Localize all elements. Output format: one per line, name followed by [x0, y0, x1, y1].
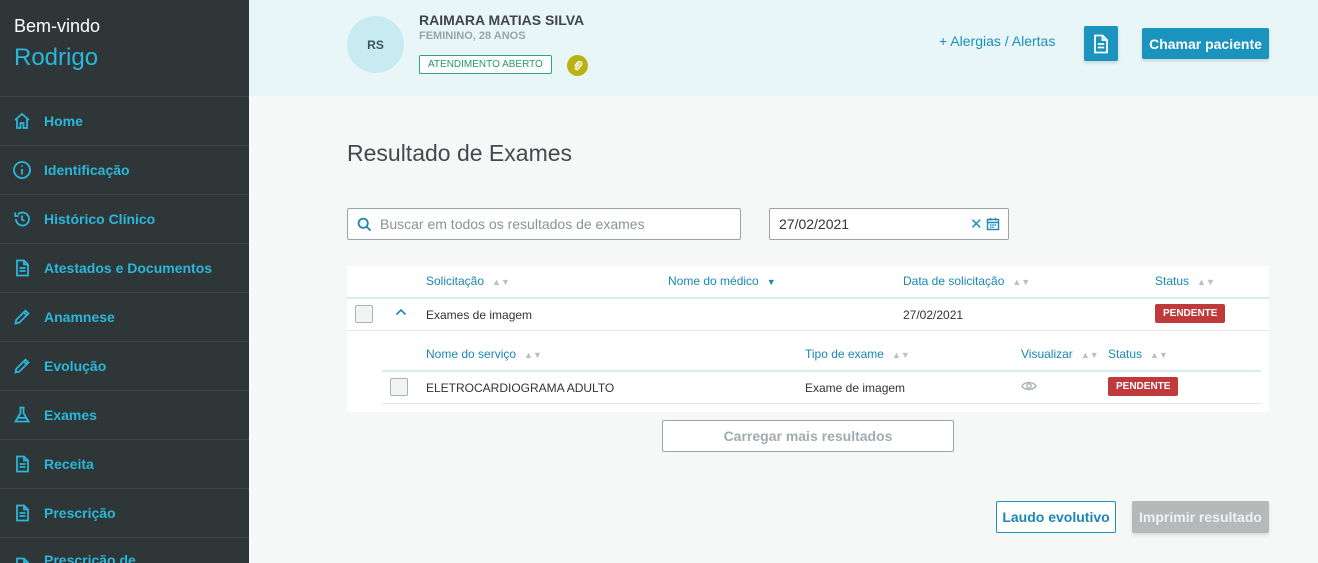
sort-icon: ▲▼	[1197, 277, 1215, 287]
sidebar-item-label: Receita	[44, 456, 94, 472]
sidebar-item-exames[interactable]: Exames	[0, 391, 249, 440]
search-input[interactable]	[380, 216, 720, 232]
row-checkbox[interactable]	[390, 378, 408, 396]
sidebar-item-label: Exames	[44, 407, 97, 423]
sidebar-item-label: Prescrição de	[44, 552, 136, 563]
laudo-evolutivo-button[interactable]: Laudo evolutivo	[996, 501, 1116, 533]
column-header-solicitacao[interactable]: Solicitação ▲▼	[426, 274, 510, 288]
sort-icon: ▲▼	[1080, 350, 1099, 360]
column-header-sub-status[interactable]: Status ▲▼	[1108, 347, 1168, 361]
sidebar-item-home[interactable]: Home	[0, 97, 249, 146]
row-divider	[382, 403, 1261, 404]
sidebar-item-anamnese[interactable]: Anamnese	[0, 293, 249, 342]
row-divider	[347, 330, 1269, 331]
calendar-icon[interactable]	[986, 217, 1000, 231]
sidebar-item-evolucao[interactable]: Evolução	[0, 342, 249, 391]
sidebar-item-historico[interactable]: Histórico Clínico	[0, 195, 249, 244]
document-icon	[16, 504, 29, 522]
document-icon	[1094, 34, 1108, 53]
attachment-button[interactable]	[567, 55, 588, 76]
status-badge: ATENDIMENTO ABERTO	[419, 55, 552, 74]
load-more-button[interactable]: Carregar mais resultados	[662, 420, 954, 452]
paperclip-icon	[573, 60, 582, 70]
sidebar-item-label: Home	[44, 113, 83, 129]
cell-solicitacao: Exames de imagem	[426, 308, 533, 322]
sort-icon: ▲▼	[1150, 350, 1168, 360]
sort-icon: ▲▼	[524, 350, 542, 360]
sidebar-item-prescricao-de[interactable]: Prescrição de	[0, 538, 249, 563]
search-icon	[357, 217, 372, 231]
sidebar-item-label: Evolução	[44, 358, 107, 374]
column-header-medico[interactable]: Nome do médico ▼	[668, 274, 776, 288]
clear-icon[interactable]: ✕	[970, 215, 983, 233]
patient-header: RS RAIMARA MATIAS SILVA FEMININO, 28 ANO…	[249, 0, 1318, 96]
sort-icon: ▲▼	[891, 350, 910, 360]
sidebar-item-prescricao[interactable]: Prescrição	[0, 489, 249, 538]
document-icon	[16, 455, 29, 473]
pencil-icon	[14, 309, 30, 325]
patient-name: RAIMARA MATIAS SILVA	[419, 12, 585, 28]
sidebar-item-label: Histórico Clínico	[44, 211, 156, 227]
flask-icon	[13, 406, 31, 423]
patient-info: FEMININO, 28 ANOS	[419, 30, 526, 42]
column-header-data[interactable]: Data de solicitação ▲▼	[903, 274, 1030, 288]
column-header-visualizar[interactable]: Visualizar ▲▼	[1021, 347, 1099, 361]
print-result-button[interactable]: Imprimir resultado	[1132, 501, 1269, 533]
search-box	[347, 208, 741, 240]
sidebar-item-identificacao[interactable]: Identificação	[0, 146, 249, 195]
document-icon	[16, 259, 29, 277]
column-header-tipo[interactable]: Tipo de exame ▲▼	[805, 347, 910, 361]
sort-icon: ▲▼	[1012, 277, 1031, 287]
sidebar-item-receita[interactable]: Receita	[0, 440, 249, 489]
cell-data: 27/02/2021	[903, 308, 964, 322]
pencil-icon	[14, 358, 30, 374]
date-filter: ✕	[769, 208, 1009, 240]
sidebar-item-atestados[interactable]: Atestados e Documentos	[0, 244, 249, 293]
status-badge: PENDENTE	[1155, 304, 1226, 323]
header-divider	[347, 297, 1269, 299]
sub-header-divider	[382, 370, 1261, 372]
sidebar-item-label: Identificação	[44, 162, 130, 178]
sort-icon: ▲▼	[492, 277, 510, 287]
sidebar-item-label: Anamnese	[44, 309, 115, 325]
sidebar-nav: Home Identificação Histórico Clínico Ate…	[0, 96, 249, 563]
row-checkbox[interactable]	[355, 305, 373, 323]
chevron-up-icon[interactable]	[395, 307, 407, 317]
welcome-text: Bem-vindo	[14, 16, 101, 36]
cell-tipo: Exame de imagem	[805, 381, 906, 395]
sidebar-item-label: Prescrição	[44, 505, 116, 521]
home-icon	[14, 112, 30, 129]
cell-servico: ELETROCARDIOGRAMA ADULTO	[426, 381, 615, 395]
documents-button[interactable]	[1084, 26, 1118, 61]
avatar: RS	[347, 16, 404, 73]
eye-icon[interactable]	[1021, 380, 1037, 392]
history-icon	[14, 211, 30, 227]
document-icon	[16, 557, 29, 563]
call-patient-button[interactable]: Chamar paciente	[1142, 28, 1269, 59]
sidebar: Bem-vindo Rodrigo Home Identificação His…	[0, 0, 249, 563]
exam-results-table: Solicitação ▲▼ Nome do médico ▼ Data de so…	[347, 266, 1269, 412]
status-badge: PENDENTE	[1108, 377, 1179, 396]
sidebar-item-label: Atestados e Documentos	[44, 260, 213, 276]
user-name: Rodrigo	[14, 44, 99, 71]
info-icon	[13, 161, 31, 179]
page-title: Resultado de Exames	[347, 140, 573, 166]
allergies-alerts-link[interactable]: + Alergias / Alertas	[939, 33, 1055, 49]
column-header-servico[interactable]: Nome do serviço ▲▼	[426, 347, 542, 361]
sort-desc-icon: ▼	[766, 277, 776, 287]
column-header-status[interactable]: Status ▲▼	[1155, 274, 1215, 288]
date-input[interactable]	[779, 216, 959, 232]
